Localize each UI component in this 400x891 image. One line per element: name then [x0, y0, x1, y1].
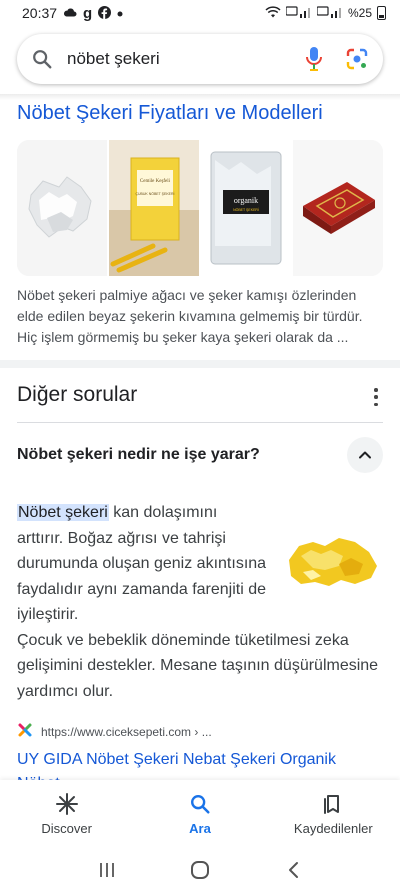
status-right: %25 [265, 6, 386, 20]
ciceksepeti-favicon-icon [17, 722, 33, 741]
search-bar[interactable] [17, 34, 383, 84]
status-left: 20:37 g [22, 5, 123, 22]
image-carousel[interactable]: Cemile Keşfeli ÇUBUK NÖBET ŞEKERİ organi… [17, 140, 383, 276]
answer-highlight: Nöbet şekeri [17, 504, 109, 521]
bottom-navigation: Discover Ara Kaydedilenler [0, 780, 400, 848]
package-organik-subtext: NÖBET ŞEKERİ [233, 207, 259, 212]
collapse-button[interactable] [347, 437, 383, 473]
package-organik-text: organik [234, 196, 258, 205]
google-lens-icon[interactable] [345, 47, 369, 71]
signal-2-icon [316, 6, 343, 20]
source-url: https://www.ciceksepeti.com › ... [41, 724, 212, 739]
recent-apps-button[interactable] [87, 855, 127, 885]
section-title[interactable]: Nöbet Şekeri Fiyatları ve Modelleri [17, 102, 323, 125]
dot-icon [117, 7, 123, 19]
home-icon [190, 860, 209, 879]
nav-discover-label: Discover [41, 820, 92, 836]
organik-package-image[interactable]: organik NÖBET ŞEKERİ [201, 140, 291, 276]
nav-discover[interactable]: Discover [0, 780, 133, 848]
answer-bottom: Çocuk ve bebeklik döneminde tüketilmesi … [17, 631, 379, 700]
battery-percent: %25 [347, 6, 372, 20]
chevron-up-icon [359, 451, 371, 459]
crystal-sugar-image[interactable] [17, 140, 107, 276]
signal-1-icon [285, 6, 312, 20]
facebook-notification-icon [98, 5, 112, 21]
nav-saved[interactable]: Kaydedilenler [267, 780, 400, 848]
question-item[interactable]: Nöbet şekeri nedir ne işe yarar? [0, 423, 400, 487]
nav-search[interactable]: Ara [133, 780, 266, 848]
answer-top: Nöbet şekeri kan dolaşımını arttırır. Bo… [17, 500, 267, 628]
search-icon [191, 794, 210, 814]
answer-top-rest: arttırır. Boğaz ağrısı ve tahrişi durumu… [17, 529, 267, 624]
search-icon [31, 48, 53, 70]
source-row[interactable]: https://www.ciceksepeti.com › ... [17, 722, 212, 741]
package-product-text: ÇUBUK NÖBET ŞEKERİ [135, 191, 174, 196]
recent-apps-icon [99, 862, 114, 877]
google-notification-icon: g [83, 4, 93, 22]
back-button[interactable] [273, 855, 313, 885]
status-time: 20:37 [22, 5, 58, 21]
section-description: Nöbet şekeri palmiye ağacı ve şeker kamı… [17, 287, 363, 345]
mic-icon[interactable] [305, 46, 323, 72]
question-text: Nöbet şekeri nedir ne işe yarar? [17, 446, 260, 463]
battery-icon [377, 6, 386, 20]
answer-line1-rest: kan dolaşımını [108, 504, 218, 521]
other-questions-title: Diğer sorular [17, 383, 138, 406]
home-button[interactable] [180, 855, 220, 885]
search-input[interactable] [67, 49, 305, 69]
header-shadow [0, 94, 400, 100]
back-icon [289, 861, 299, 878]
system-navigation-bar [0, 848, 400, 891]
yellow-sugar-package-image[interactable]: Cemile Keşfeli ÇUBUK NÖBET ŞEKERİ [109, 140, 199, 276]
red-gift-box-image[interactable] [293, 140, 383, 276]
package-brand-text: Cemile Keşfeli [140, 179, 171, 184]
nav-search-label: Ara [189, 820, 211, 836]
section-separator [0, 360, 400, 368]
answer-sugar-image[interactable] [283, 530, 383, 590]
more-options-icon[interactable] [366, 388, 386, 406]
collections-icon [324, 794, 340, 814]
discover-icon [55, 792, 78, 815]
status-bar: 20:37 g %25 [0, 0, 400, 26]
nav-saved-label: Kaydedilenler [293, 820, 373, 836]
cloud-icon [63, 7, 77, 19]
wifi-icon [265, 6, 281, 20]
